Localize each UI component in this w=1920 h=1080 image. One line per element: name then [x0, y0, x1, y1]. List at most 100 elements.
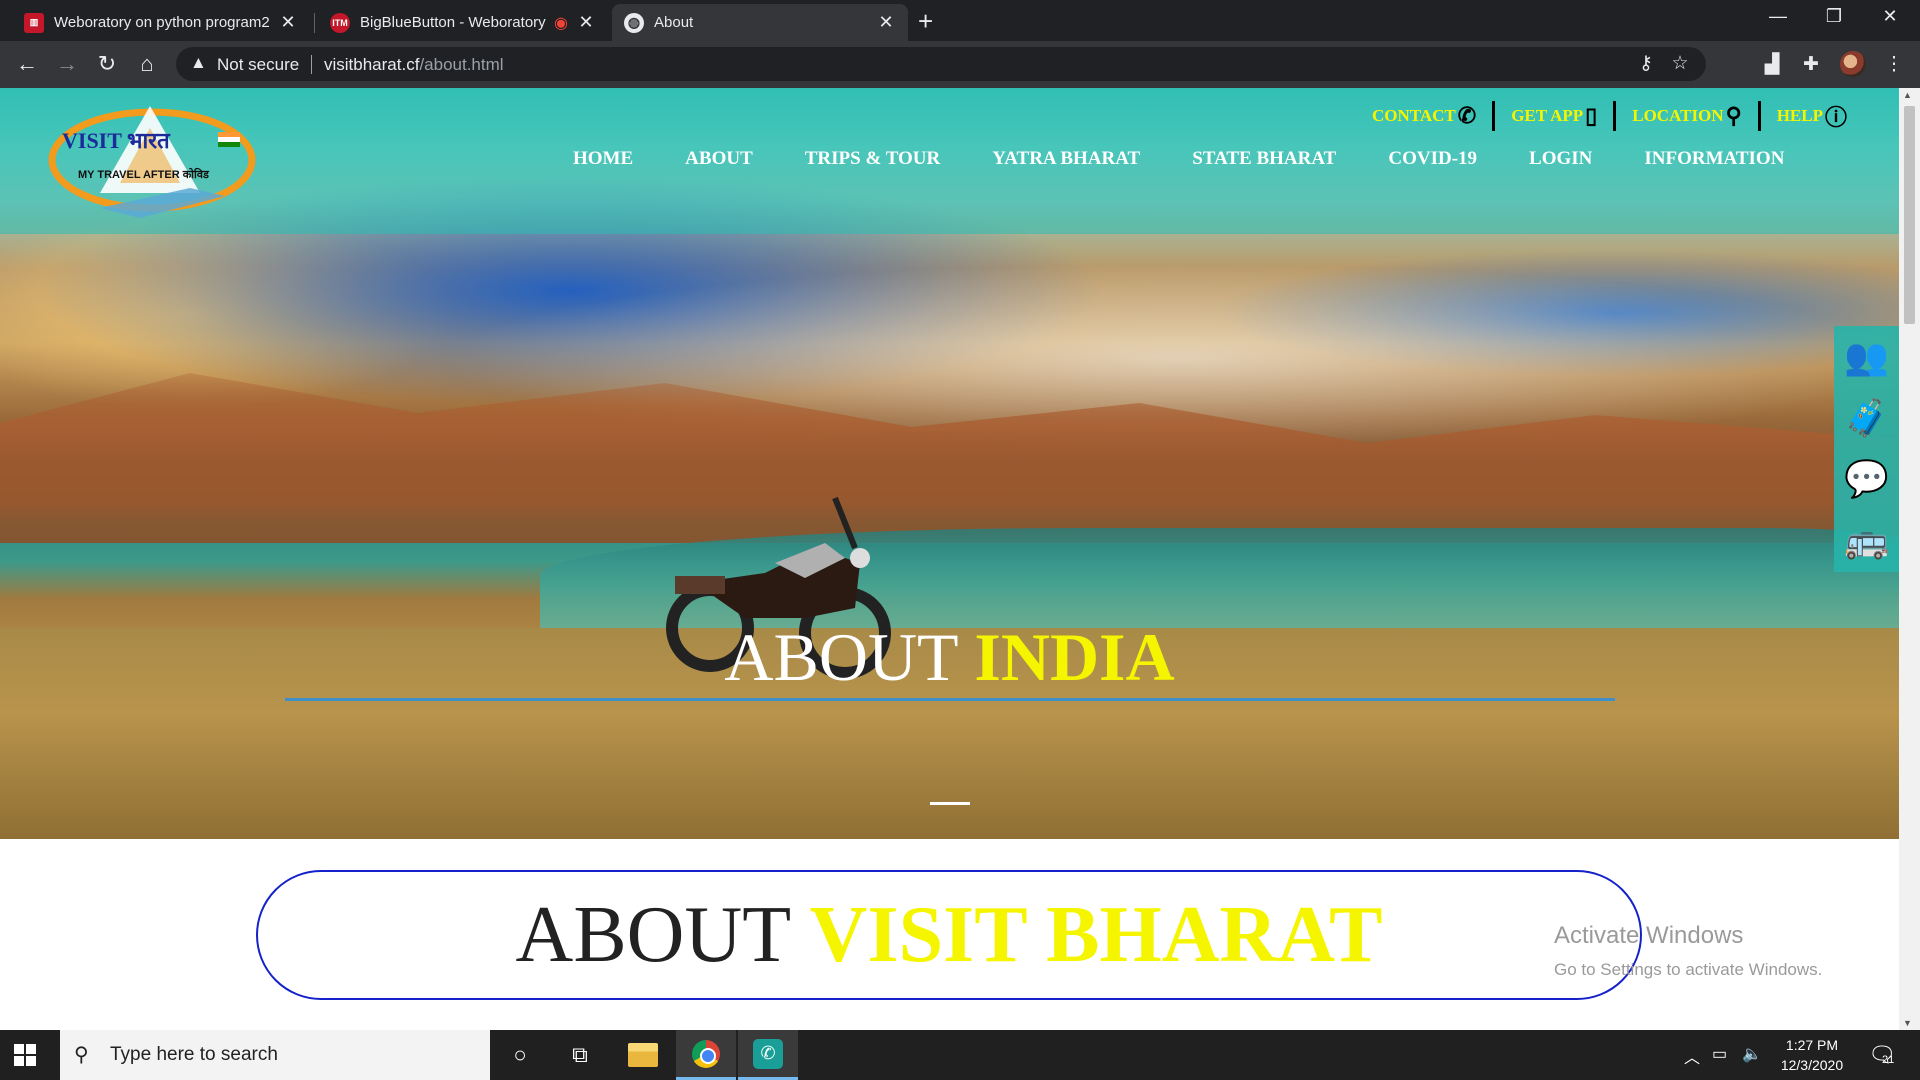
location-link[interactable]: LOCATION [1632, 106, 1723, 126]
security-label[interactable]: Not secure [217, 55, 299, 75]
url-domain: visitbharat.cf [324, 55, 420, 74]
chrome-taskbar-icon[interactable] [676, 1030, 736, 1080]
nav-yatra-bharat[interactable]: YATRA BHARAT [992, 148, 1140, 170]
recording-icon: ◉ [554, 14, 568, 32]
logo-tagline-text: MY TRAVEL AFTER कोविड [78, 167, 210, 181]
forward-icon[interactable]: → [52, 51, 82, 77]
scroll-down-icon[interactable]: ▼ [1903, 1018, 1912, 1028]
windows-start-icon[interactable] [14, 1044, 36, 1066]
extension-chart-icon[interactable]: ▟ [1758, 53, 1786, 76]
tab-title: About [654, 14, 694, 31]
map-pin-icon[interactable]: ⚲ [1726, 103, 1742, 129]
minimize-button[interactable]: — [1758, 6, 1798, 27]
nav-information[interactable]: INFORMATION [1644, 148, 1784, 170]
url-text[interactable]: visitbharat.cf/about.html [324, 55, 504, 75]
back-icon[interactable]: ← [12, 51, 42, 77]
chrome-icon [692, 1039, 720, 1068]
activate-windows-title: Activate Windows [1554, 922, 1744, 949]
star-icon[interactable]: ☆ [1666, 52, 1694, 75]
tab-divider [314, 13, 315, 33]
section-title-dark: ABOUT [515, 891, 810, 979]
clock[interactable]: 1:27 PM 12/3/2020 [1772, 1035, 1852, 1075]
clock-date: 12/3/2020 [1780, 1057, 1844, 1073]
chat-icon[interactable]: 💬 [1834, 448, 1899, 509]
users-icon[interactable]: 👥 [1834, 326, 1899, 387]
logo-title-text: VISIT भारत [62, 128, 171, 153]
close-icon[interactable]: ✕ [278, 12, 298, 33]
browser-tab-strip: ▥ Weboratory on python program2 ✕ ITM Bi… [0, 0, 1920, 41]
close-window-button[interactable]: ✕ [1870, 6, 1910, 27]
top-links: CONTACT ✆ GET APP ▯ LOCATION ⚲ HELP ⓘ [1372, 100, 1847, 132]
side-quick-links: 👥 🧳 💬 🚌 [1834, 326, 1899, 572]
page-scrollbar[interactable]: ▲ ▼ [1899, 88, 1920, 1030]
close-icon[interactable]: ✕ [876, 12, 896, 33]
get-app-link[interactable]: GET APP [1511, 106, 1583, 126]
itm-live-icon: ITM [330, 12, 350, 33]
key-icon[interactable]: ⚷ [1632, 52, 1660, 75]
notification-icon[interactable]: 🗨 21 [1868, 1042, 1896, 1068]
visit-bharat-logo[interactable]: VISIT भारत MY TRAVEL AFTER कोविड [40, 98, 265, 223]
nav-covid-19[interactable]: COVID-19 [1388, 148, 1477, 170]
mobile-icon[interactable]: ▯ [1585, 103, 1597, 129]
restore-button[interactable]: ❐ [1814, 6, 1854, 27]
tab-title: BigBlueButton - Weboratory [360, 14, 546, 31]
warning-icon[interactable]: ▲ [190, 53, 207, 73]
link-divider [1757, 101, 1761, 131]
hero-banner: VISIT भारत MY TRAVEL AFTER कोविड CONTACT… [0, 88, 1899, 839]
nav-trips-tour[interactable]: TRIPS & TOUR [805, 148, 941, 170]
scroll-thumb[interactable] [1904, 106, 1915, 324]
main-nav: HOME ABOUT TRIPS & TOUR YATRA BHARAT STA… [573, 148, 1784, 170]
cortana-icon[interactable]: ○ [490, 1030, 550, 1080]
nav-login[interactable]: LOGIN [1529, 148, 1592, 170]
hero-title-yellow: INDIA [974, 619, 1175, 695]
tab-bigbluebutton[interactable]: ITM BigBlueButton - Weboratory ◉ ✕ [318, 4, 608, 41]
help-link[interactable]: HELP [1777, 106, 1823, 126]
reload-icon[interactable]: ↻ [92, 51, 122, 77]
site-header: VISIT भारत MY TRAVEL AFTER कोविड CONTACT… [0, 88, 1899, 234]
address-bar[interactable]: ▲ Not secure visitbharat.cf/about.html ☆… [176, 47, 1706, 81]
link-divider [1613, 101, 1617, 131]
scroll-up-icon[interactable]: ▲ [1903, 90, 1912, 100]
phone-icon[interactable]: ✆ [1458, 103, 1476, 129]
mountains-image [0, 373, 1899, 543]
about-section-heading: ABOUT VISIT BHARAT [256, 870, 1642, 1000]
hero-title-white: ABOUT [724, 619, 975, 695]
section-title-yellow: VISIT BHARAT [809, 891, 1383, 979]
carousel-indicator[interactable] [930, 802, 970, 805]
volume-icon[interactable]: 🔈 [1742, 1044, 1762, 1064]
file-explorer-icon[interactable] [613, 1030, 673, 1080]
whatsapp-icon: ✆ [753, 1038, 783, 1069]
nav-state-bharat[interactable]: STATE BHARAT [1192, 148, 1336, 170]
weboratory-icon: ▥ [24, 12, 44, 33]
notification-count: 21 [1882, 1054, 1895, 1066]
battery-icon[interactable]: ▭ [1712, 1044, 1727, 1064]
search-placeholder[interactable]: Type here to search [110, 1044, 278, 1066]
task-view-icon[interactable]: ⧉ [550, 1030, 610, 1080]
tab-about[interactable]: ◍ About ✕ [612, 4, 908, 41]
nav-about[interactable]: ABOUT [685, 148, 753, 170]
home-icon[interactable]: ⌂ [132, 51, 162, 77]
luggage-icon[interactable]: 🧳 [1834, 387, 1899, 448]
globe-icon: ◍ [624, 12, 644, 33]
taskbar-search[interactable]: ⚲ Type here to search [60, 1030, 490, 1080]
tab-title: Weboratory on python program2 [54, 14, 270, 31]
hero-title: ABOUT INDIA [0, 618, 1899, 697]
clock-time: 1:27 PM [1785, 1037, 1839, 1053]
help-circle-icon[interactable]: ⓘ [1825, 100, 1847, 132]
address-divider [311, 55, 312, 74]
chevron-up-icon[interactable]: ︿ [1684, 1044, 1700, 1068]
whatsapp-taskbar-icon[interactable]: ✆ [738, 1030, 798, 1080]
puzzle-icon[interactable]: ✚ [1797, 53, 1825, 76]
bus-icon[interactable]: 🚌 [1834, 509, 1899, 570]
link-divider [1492, 101, 1496, 131]
contact-link[interactable]: CONTACT [1372, 106, 1456, 126]
new-tab-button[interactable]: + [918, 6, 933, 37]
profile-avatar[interactable] [1840, 51, 1866, 77]
search-icon: ⚲ [74, 1044, 89, 1066]
windows-taskbar: ⚲ Type here to search ○ ⧉ ✆ ︿ ▭ 🔈 1:27 P… [0, 1030, 1920, 1080]
menu-icon[interactable]: ⋮ [1880, 53, 1908, 76]
close-icon[interactable]: ✕ [576, 12, 596, 33]
nav-home[interactable]: HOME [573, 148, 633, 170]
activate-windows-subtitle: Go to Settings to activate Windows. [1554, 960, 1823, 979]
tab-weboratory[interactable]: ▥ Weboratory on python program2 ✕ [12, 4, 310, 41]
